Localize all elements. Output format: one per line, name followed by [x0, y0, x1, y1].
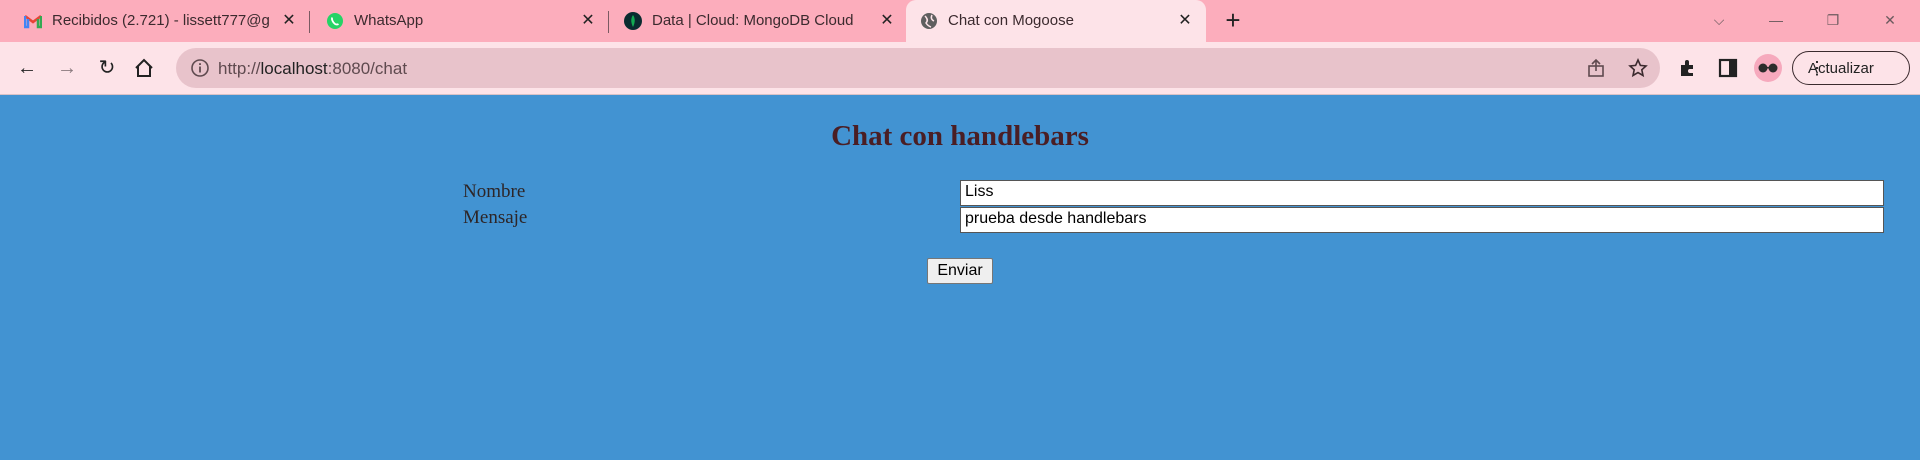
- forward-icon[interactable]: →: [52, 53, 82, 83]
- message-label: Mensaje: [463, 207, 528, 228]
- tab-title: WhatsApp: [354, 12, 424, 29]
- url-scheme: http://: [218, 59, 261, 78]
- new-tab-icon[interactable]: +: [1220, 7, 1246, 34]
- tab-chat-con-mogoose[interactable]: Chat con Mogoose ✕: [906, 0, 1206, 42]
- share-icon[interactable]: [1586, 58, 1606, 78]
- mongodb-icon: [624, 12, 642, 30]
- close-tab-icon[interactable]: ✕: [278, 10, 300, 32]
- tab-gmail[interactable]: Recibidos (2.721) - lissett777@g ✕: [10, 0, 300, 42]
- tab-title: Recibidos (2.721) - lissett777@g: [52, 12, 270, 29]
- tab-divider: [309, 11, 310, 33]
- tab-whatsapp[interactable]: WhatsApp ✕: [312, 0, 608, 42]
- url-host: localhost: [260, 59, 328, 78]
- close-tab-icon[interactable]: ✕: [876, 10, 898, 32]
- address-bar[interactable]: http://localhost:8080/chat: [176, 48, 1660, 88]
- url-path: :8080/chat: [327, 59, 408, 78]
- page-title: Chat con handlebars: [831, 120, 1089, 152]
- tab-strip: Recibidos (2.721) - lissett777@g ✕ Whats…: [0, 0, 1920, 42]
- bookmark-star-icon[interactable]: [1628, 58, 1648, 78]
- globe-icon: [921, 13, 937, 29]
- tab-mongodb[interactable]: Data | Cloud: MongoDB Cloud ✕: [610, 0, 906, 42]
- url-text[interactable]: http://localhost:8080/chat: [218, 59, 407, 79]
- menu-dots-icon[interactable]: ⋮: [1808, 58, 1901, 78]
- window-close-icon[interactable]: ✕: [1875, 6, 1905, 34]
- back-icon[interactable]: ←: [12, 53, 42, 83]
- whatsapp-icon: [327, 13, 343, 29]
- tab-divider: [608, 11, 609, 33]
- close-tab-icon[interactable]: ✕: [577, 10, 599, 32]
- home-icon[interactable]: [133, 57, 155, 79]
- tab-search-chevron-icon[interactable]: ⌵: [1704, 6, 1734, 34]
- reload-icon[interactable]: ↻: [92, 53, 122, 83]
- glasses-icon: [1758, 63, 1778, 73]
- side-panel-icon[interactable]: [1717, 57, 1739, 79]
- site-info-icon[interactable]: [190, 58, 210, 78]
- send-button[interactable]: Enviar: [927, 258, 993, 284]
- message-input[interactable]: prueba desde handlebars: [960, 207, 1884, 233]
- tab-title: Data | Cloud: MongoDB Cloud: [652, 12, 854, 29]
- name-label: Nombre: [463, 181, 526, 202]
- profile-avatar[interactable]: [1754, 54, 1782, 82]
- name-input[interactable]: Liss: [960, 180, 1884, 206]
- page-content: Chat con handlebars Nombre Liss Mensaje …: [0, 96, 1920, 460]
- gmail-icon: [24, 15, 42, 29]
- update-button[interactable]: Actualizar ⋮: [1792, 51, 1910, 85]
- tab-title: Chat con Mogoose: [948, 12, 1074, 29]
- close-tab-icon[interactable]: ✕: [1174, 10, 1196, 32]
- restore-icon[interactable]: ❐: [1818, 6, 1848, 34]
- browser-toolbar: ← → ↻ http://localhost:8080/chat Actuali…: [0, 42, 1920, 95]
- minimize-icon[interactable]: —: [1761, 6, 1791, 34]
- extensions-icon[interactable]: [1677, 57, 1699, 79]
